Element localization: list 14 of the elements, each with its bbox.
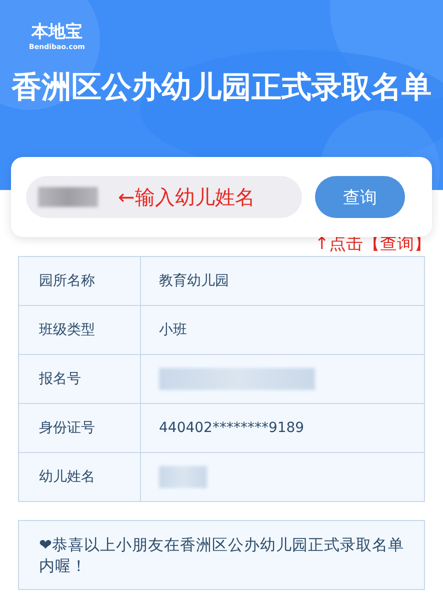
field-label-cell-text: 幼儿姓名 [38,468,96,487]
name-input-field[interactable]: ←输入幼儿姓名 [26,176,302,218]
field-value-cell: 教育幼儿园 [140,257,424,305]
page-title: 香洲区公办幼儿园正式录取名单 [10,70,432,106]
field-label-cell-text: 身份证号 [38,419,96,438]
field-label-cell-text: 园所名称 [38,272,96,291]
field-label-cell-text: 班级类型 [38,321,96,340]
query-button[interactable]: 查询 [315,176,405,218]
field-value-cell: 440402********9189 [140,404,424,452]
congratulation-text: ❤恭喜以上小朋友在香洲区公办幼儿园正式录取名单内喔！ [39,535,404,577]
field-value-cell: 小班 [140,306,424,354]
field-label-cell-text: 报名号 [38,370,82,389]
logo-name: 本地宝 [32,22,82,42]
input-annotation: ←输入幼儿姓名 [118,184,255,210]
